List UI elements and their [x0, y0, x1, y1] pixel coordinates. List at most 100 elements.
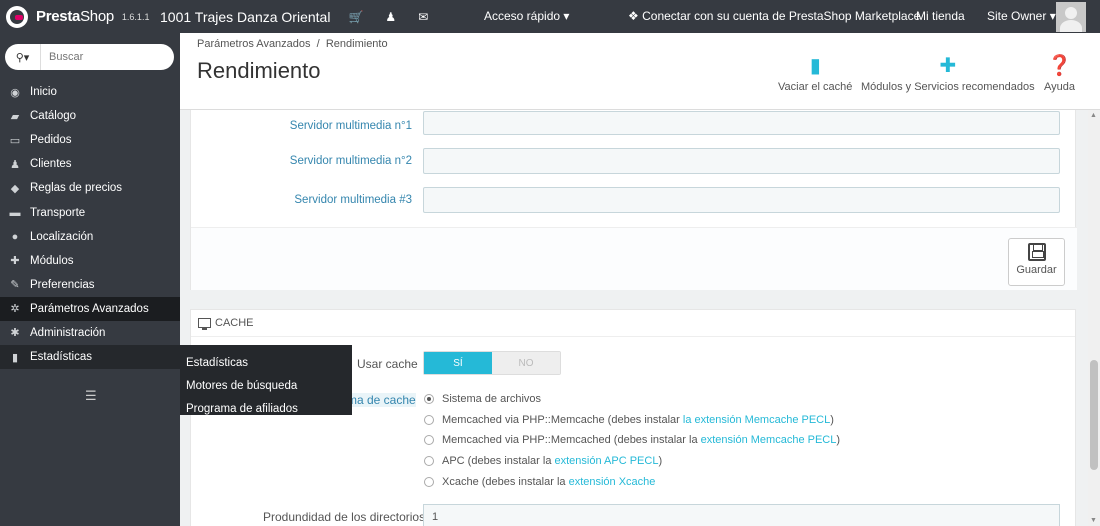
breadcrumb: Parámetros Avanzados / Rendimiento: [197, 38, 388, 50]
cache-option-4[interactable]: Xcache (debes instalar la extensión Xcac…: [424, 476, 655, 488]
book-icon: ▰: [10, 110, 20, 123]
search-input[interactable]: [41, 51, 161, 63]
save-button[interactable]: Guardar: [1008, 238, 1065, 286]
page-scrollbar[interactable]: ▲ ▼: [1088, 110, 1100, 526]
breadcrumb-parent[interactable]: Parámetros Avanzados: [197, 38, 311, 50]
user-icon[interactable]: ♟: [385, 10, 396, 24]
brand-name-part1: Presta: [36, 8, 81, 25]
submenu-item[interactable]: Estadísticas: [180, 351, 352, 374]
media-servers-panel: Servidor multimedia n°1 Servidor multime…: [190, 110, 1077, 290]
version-label: 1.6.1.1: [121, 11, 150, 22]
brand-name-part2: Shop: [80, 8, 114, 25]
media-server-1-label: Servidor multimedia n°1: [289, 120, 412, 132]
avatar[interactable]: [1056, 2, 1086, 32]
cache-option-text: Memcached via PHP::Memcache (debes insta…: [442, 414, 683, 426]
cache-option-text: Xcache (debes instalar la: [442, 476, 569, 488]
directory-depth-label: Produndidad de los directorios: [263, 510, 426, 524]
sidebar-item-label: Transporte: [30, 206, 86, 219]
search-type-dropdown[interactable]: ⚲ ▾: [5, 44, 41, 70]
sidebar-item-2[interactable]: ▭ Pedidos: [0, 128, 180, 152]
media-server-1-row: Servidor multimedia n°1: [191, 111, 1077, 141]
search-box: ⚲ ▾: [5, 44, 174, 70]
scrollbar-thumb[interactable]: [1090, 360, 1098, 470]
sidebar-item-4[interactable]: ◆ Reglas de precios: [0, 176, 180, 200]
sidebar-item-11[interactable]: ▮ Estadísticas: [0, 345, 180, 370]
sidebar-item-1[interactable]: ▰ Catálogo: [0, 104, 180, 128]
eraser-icon: ▮: [809, 55, 821, 77]
radio-button[interactable]: [424, 477, 434, 487]
tag-icon: ◆: [10, 182, 20, 195]
cache-option-2[interactable]: Memcached via PHP::Memcached (debes inst…: [424, 434, 840, 446]
marketplace-connect-link[interactable]: ❖ Conectar con su cuenta de PrestaShop M…: [628, 9, 920, 23]
sidebar-item-label: Pedidos: [30, 134, 72, 147]
sidebar-item-label: Reglas de precios: [30, 182, 123, 195]
sidebar: ⚲▾ ◉ Inicio ▰ Catálogo ▭ Pedidos ♟ Clientes ◆ Reg…: [0, 33, 180, 526]
prestashop-logo[interactable]: PrestaShop 1.6.1.1: [0, 5, 158, 28]
media-server-3-row: Servidor multimedia #3: [191, 187, 1077, 215]
envelope-icon[interactable]: ✉: [418, 10, 428, 24]
scroll-down-arrow-icon[interactable]: ▼: [1090, 517, 1097, 524]
submenu-item[interactable]: Programa de afiliados: [180, 397, 352, 420]
sidebar-item-label: Módulos: [30, 254, 74, 267]
submenu-item[interactable]: Motores de búsqueda: [180, 374, 352, 397]
sidebar-item-7[interactable]: ✚ Módulos: [0, 249, 180, 273]
radio-button[interactable]: [424, 435, 434, 445]
radio-button[interactable]: [424, 415, 434, 425]
clear-cache-button[interactable]: ▮ Vaciar el caché: [778, 53, 852, 93]
extension-link[interactable]: extensión Xcache: [569, 476, 656, 488]
cache-option-suffix: ): [658, 455, 663, 467]
sidebar-item-label: Localización: [30, 230, 94, 243]
radio-button[interactable]: [424, 394, 434, 404]
extension-link[interactable]: la extensión Memcache PECL: [683, 414, 830, 426]
sidebar-item-3[interactable]: ♟ Clientes: [0, 152, 180, 176]
media-server-1-input[interactable]: [423, 111, 1060, 135]
sidebar-item-label: Clientes: [30, 158, 72, 171]
my-store-link[interactable]: Mi tienda: [916, 9, 965, 23]
link-icon: ❖: [628, 9, 639, 23]
media-server-2-input[interactable]: [423, 148, 1060, 174]
sidebar-item-8[interactable]: ✎ Preferencias: [0, 273, 180, 297]
page-header: Parámetros Avanzados / Rendimiento Rendi…: [180, 33, 1100, 110]
use-cache-switch[interactable]: SÍ NO: [423, 351, 561, 375]
use-cache-yes[interactable]: SÍ: [424, 352, 492, 374]
collapse-menu-icon[interactable]: ☰: [85, 388, 97, 404]
statistics-submenu: Estadísticas Motores de búsqueda Programa …: [180, 345, 352, 415]
use-cache-no[interactable]: NO: [492, 352, 560, 374]
shop-name-link[interactable]: 1001 Trajes Danza Oriental: [160, 9, 330, 25]
sidebar-item-5[interactable]: ▬ Transporte: [0, 200, 180, 224]
credit-card-icon: ▭: [9, 134, 21, 147]
cache-option-text: APC (debes instalar la: [442, 455, 555, 467]
cache-option-3[interactable]: APC (debes instalar la extensión APC PEC…: [424, 455, 662, 467]
sidebar-item-9[interactable]: ✲ Parámetros Avanzados: [0, 296, 180, 321]
cache-system-label: ma de cache: [347, 393, 416, 407]
sidebar-item-label: Catálogo: [30, 110, 77, 123]
scroll-up-arrow-icon[interactable]: ▲: [1090, 112, 1097, 119]
media-server-2-label: Servidor multimedia n°2: [289, 155, 412, 167]
employee-menu[interactable]: Site Owner ▾: [987, 9, 1056, 23]
panel-footer: Guardar: [191, 227, 1077, 290]
dashboard-icon: ◉: [10, 86, 20, 99]
recommended-modules-button[interactable]: ✚ Módulos y Servicios recomendados: [861, 53, 1035, 93]
wrench-icon: ✎: [10, 279, 20, 292]
extension-link[interactable]: extensión Memcache PECL: [701, 434, 837, 446]
floppy-disk-icon: [1027, 243, 1046, 261]
cog-icon: ✱: [10, 327, 20, 340]
sidebar-item-0[interactable]: ◉ Inicio: [0, 80, 180, 104]
truck-icon: ▬: [9, 206, 21, 219]
top-navbar: PrestaShop 1.6.1.1 1001 Trajes Danza Ori…: [0, 0, 1100, 33]
main-menu: ◉ Inicio ▰ Catálogo ▭ Pedidos ♟ Clientes ◆ Reglas…: [0, 80, 180, 370]
cache-option-0[interactable]: Sistema de archivos: [424, 393, 541, 405]
sidebar-item-6[interactable]: ● Localización: [0, 225, 180, 249]
media-server-3-input[interactable]: [423, 187, 1060, 213]
directory-depth-input[interactable]: 1: [423, 504, 1060, 526]
cache-option-suffix: ): [836, 434, 841, 446]
cache-option-text: Memcached via PHP::Memcached (debes inst…: [442, 434, 701, 446]
cart-icon[interactable]: 🛒: [348, 10, 363, 24]
sidebar-item-10[interactable]: ✱ Administración: [0, 321, 180, 345]
quick-access-dropdown[interactable]: Acceso rápido ▾: [484, 9, 569, 23]
cache-option-suffix: ): [830, 414, 834, 426]
help-button[interactable]: ❓ Ayuda: [1044, 53, 1075, 93]
radio-button[interactable]: [424, 456, 434, 466]
extension-link[interactable]: extensión APC PECL: [555, 455, 659, 467]
cache-option-1[interactable]: Memcached via PHP::Memcache (debes insta…: [424, 414, 834, 426]
